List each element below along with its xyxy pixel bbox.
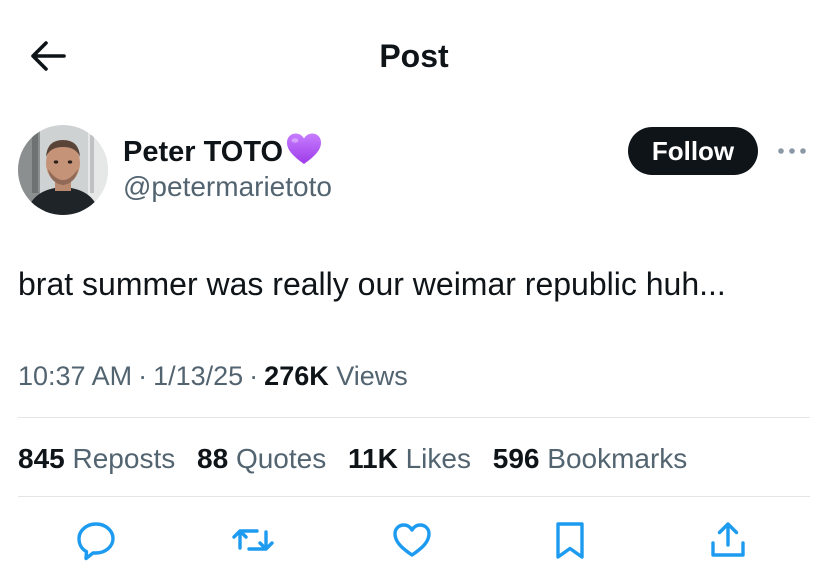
likes-stat[interactable]: 11K Likes [348, 440, 471, 478]
views-label: Views [336, 361, 408, 391]
views-count: 276K [264, 361, 329, 391]
avatar[interactable] [18, 125, 108, 215]
follow-button[interactable]: Follow [628, 127, 758, 175]
tweet-meta: 10:37 AM · 1/13/25 · 276K Views [18, 358, 408, 394]
top-bar: Post [0, 0, 828, 112]
author-handle[interactable]: @petermarietoto [123, 169, 332, 205]
likes-count: 11K [348, 443, 398, 474]
share-button[interactable] [706, 518, 750, 562]
reposts-label: Reposts [72, 443, 176, 474]
engagement-stats: 845 Reposts 88 Quotes 11K Likes 596 Book… [18, 440, 701, 478]
repost-icon [232, 529, 274, 551]
tweet-text: brat summer was really our weimar republ… [18, 266, 726, 302]
share-icon [711, 522, 745, 557]
author-name[interactable]: Peter TOTO [123, 132, 323, 171]
reposts-stat[interactable]: 845 Reposts [18, 440, 175, 478]
tweet-time[interactable]: 10:37 AM [18, 361, 132, 391]
author-display-name: Peter TOTO [123, 136, 284, 168]
repost-button[interactable] [231, 518, 275, 562]
bookmark-button[interactable] [548, 518, 592, 562]
reply-icon [77, 522, 115, 561]
avatar-photo [18, 125, 108, 215]
reply-button[interactable] [74, 518, 118, 562]
purple-heart-icon [287, 133, 322, 164]
more-dots-icon [778, 148, 806, 154]
bookmarks-count: 596 [492, 443, 540, 474]
more-options-button[interactable] [774, 138, 810, 164]
like-button[interactable] [390, 518, 434, 562]
action-bar [0, 518, 828, 568]
like-icon [393, 523, 431, 557]
page-title: Post [379, 38, 449, 74]
tweet-date[interactable]: 1/13/25 [153, 361, 243, 391]
quotes-stat[interactable]: 88 Quotes [197, 440, 326, 478]
meta-separator: · [138, 361, 148, 391]
bookmark-icon [556, 522, 584, 559]
divider [18, 417, 810, 418]
quotes-count: 88 [197, 443, 229, 474]
bookmarks-stat[interactable]: 596 Bookmarks [493, 440, 688, 478]
divider [18, 496, 810, 497]
meta-separator: · [249, 361, 259, 391]
likes-label: Likes [405, 443, 471, 474]
bookmarks-label: Bookmarks [547, 443, 688, 474]
quotes-label: Quotes [235, 443, 327, 474]
reposts-count: 845 [18, 443, 65, 474]
post-page: Post Peter TOTO @petermarietoto Follow b… [0, 0, 828, 588]
